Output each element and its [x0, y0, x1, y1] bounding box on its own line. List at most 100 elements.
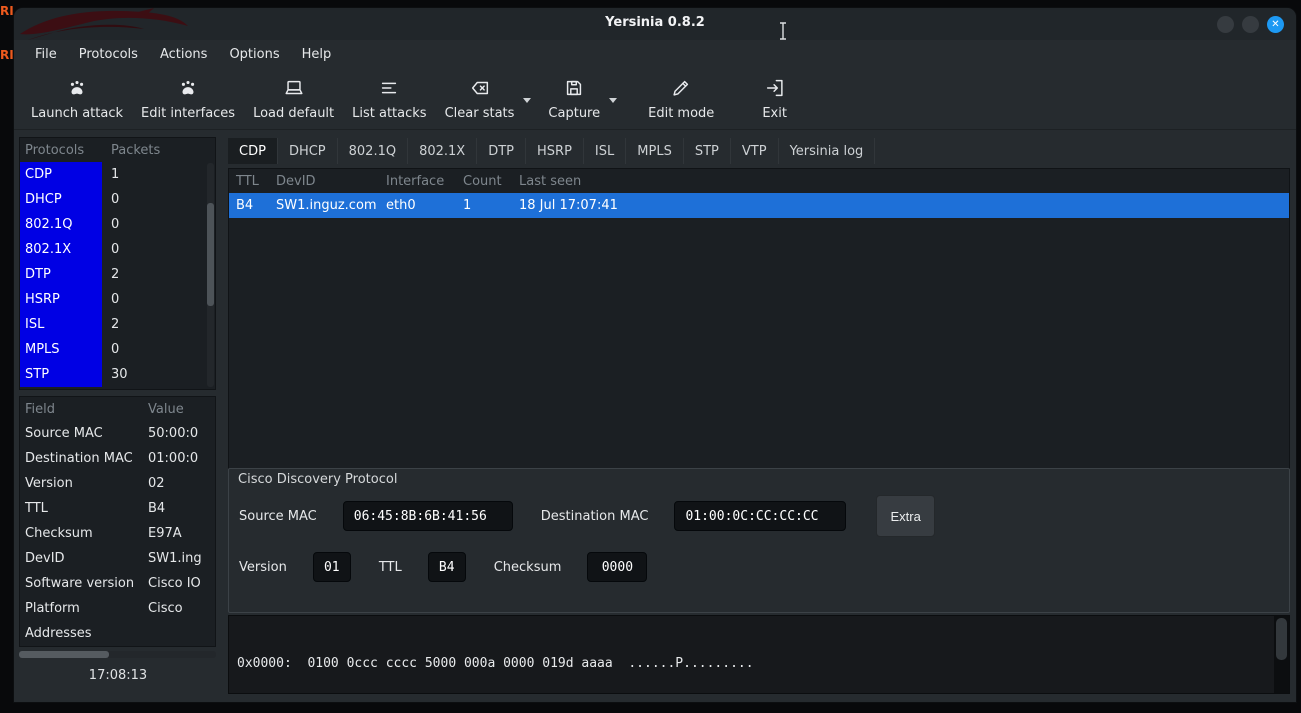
chevron-down-icon[interactable]	[523, 98, 531, 107]
column-header-count: Count	[463, 174, 519, 189]
field-row-ttl[interactable]: TTL B4	[20, 496, 215, 521]
version-field[interactable]	[313, 552, 351, 582]
tab-isl[interactable]: ISL	[584, 138, 626, 164]
protocols-scrollbar[interactable]	[207, 163, 214, 387]
hexdump-scrollbar[interactable]	[1274, 616, 1289, 693]
field-value: 01:00:0	[148, 451, 215, 466]
field-row-devid[interactable]: DevID SW1.ing	[20, 546, 215, 571]
tab-hsrp[interactable]: HSRP	[526, 138, 584, 164]
fields-scrollbar-thumb[interactable]	[19, 651, 109, 658]
protocol-row-isl[interactable]: ISL 2	[20, 312, 215, 337]
clear-stats-button[interactable]: Clear stats	[436, 72, 524, 126]
minimize-button[interactable]	[1217, 16, 1234, 33]
status-time: 17:08:13	[14, 668, 222, 683]
checksum-label: Checksum	[494, 560, 562, 575]
menu-file[interactable]: File	[24, 43, 68, 66]
tab-cdp[interactable]: CDP	[228, 138, 278, 164]
packet-count: 2	[102, 317, 215, 332]
source-mac-label: Source MAC	[239, 509, 317, 524]
load-default-button[interactable]: Load default	[244, 72, 343, 126]
table-row[interactable]: B4 SW1.inguz.com eth0 1 18 Jul 17:07:41	[229, 193, 1289, 218]
field-row-source-mac[interactable]: Source MAC 50:00:0	[20, 421, 215, 446]
packet-count: 2	[102, 267, 215, 282]
field-row-addresses[interactable]: Addresses	[20, 621, 215, 646]
exit-button[interactable]: Exit	[753, 72, 796, 126]
field-name: Source MAC	[20, 426, 148, 441]
protocol-name: 802.1X	[20, 237, 102, 262]
laptop-icon	[283, 77, 305, 103]
protocol-tabs: CDP DHCP 802.1Q 802.1X DTP HSRP ISL MPLS…	[228, 138, 875, 164]
protocol-row-dtp[interactable]: DTP 2	[20, 262, 215, 287]
field-value: E97A	[148, 526, 215, 541]
tab-dtp[interactable]: DTP	[477, 138, 526, 164]
paw-icon	[177, 77, 199, 103]
protocol-name: MPLS	[20, 337, 102, 362]
edit-mode-button[interactable]: Edit mode	[639, 72, 723, 126]
protocol-row-stp[interactable]: STP 30	[20, 362, 215, 387]
tab-stp[interactable]: STP	[684, 138, 731, 164]
protocol-row-cdp[interactable]: CDP 1	[20, 162, 215, 187]
chevron-down-icon[interactable]	[609, 98, 617, 107]
destination-mac-field[interactable]	[674, 501, 846, 531]
field-row-version[interactable]: Version 02	[20, 471, 215, 496]
protocol-row-hsrp[interactable]: HSRP 0	[20, 287, 215, 312]
field-name: Checksum	[20, 526, 148, 541]
toolbar-button-label: Clear stats	[445, 106, 515, 121]
packet-table: TTL DevID Interface Count Last seen B4 S…	[228, 168, 1290, 469]
ttl-field[interactable]	[428, 552, 466, 582]
cell-interface: eth0	[386, 198, 463, 213]
floppy-icon	[563, 77, 585, 103]
field-name: DevID	[20, 551, 148, 566]
tab-vtp[interactable]: VTP	[731, 138, 779, 164]
titlebar[interactable]: Yersinia 0.8.2 ✕	[14, 8, 1296, 40]
fields-table-header: Field Value	[20, 397, 215, 421]
tab-yersinia-log[interactable]: Yersinia log	[779, 138, 876, 164]
destination-mac-label: Destination MAC	[541, 509, 649, 524]
toolbar-button-label: Exit	[762, 106, 787, 121]
edit-interfaces-button[interactable]: Edit interfaces	[132, 72, 244, 126]
column-header-packets: Packets	[102, 143, 215, 158]
list-attacks-button[interactable]: List attacks	[343, 72, 435, 126]
checksum-field[interactable]	[587, 552, 647, 582]
desktop-text-fragment: RI	[0, 4, 14, 18]
toolbar-button-label: Edit mode	[648, 106, 714, 121]
window-title: Yersinia 0.8.2	[14, 15, 1296, 30]
menu-options[interactable]: Options	[218, 43, 290, 66]
protocol-row-8021x[interactable]: 802.1X 0	[20, 237, 215, 262]
toolbar: Launch attack Edit interfaces Load defau…	[14, 68, 1296, 130]
yersinia-window: Yersinia 0.8.2 ✕ File Protocols Actions …	[14, 8, 1296, 702]
launch-attack-button[interactable]: Launch attack	[22, 72, 132, 126]
source-mac-field[interactable]	[343, 501, 513, 531]
hexdump-line: 0x0000: 0100 0ccc cccc 5000 000a 0000 01…	[237, 655, 1289, 672]
fields-table: Field Value Source MAC 50:00:0 Destinati…	[19, 396, 216, 647]
maximize-button[interactable]	[1242, 16, 1259, 33]
tab-mpls[interactable]: MPLS	[626, 138, 684, 164]
toolbar-button-label: Load default	[253, 106, 334, 121]
exit-icon	[764, 77, 786, 103]
tab-dhcp[interactable]: DHCP	[278, 138, 338, 164]
protocol-row-8021q[interactable]: 802.1Q 0	[20, 212, 215, 237]
tab-8021x[interactable]: 802.1X	[408, 138, 477, 164]
protocol-name: HSRP	[20, 287, 102, 312]
capture-button[interactable]: Capture	[539, 72, 609, 126]
hexdump-scrollbar-thumb[interactable]	[1276, 618, 1287, 660]
hexdump-panel: 0x0000: 0100 0ccc cccc 5000 000a 0000 01…	[228, 615, 1290, 694]
tab-8021q[interactable]: 802.1Q	[338, 138, 408, 164]
close-button[interactable]: ✕	[1267, 16, 1284, 33]
protocols-scrollbar-thumb[interactable]	[207, 203, 214, 306]
menu-protocols[interactable]: Protocols	[68, 43, 149, 66]
fields-horizontal-scrollbar[interactable]	[19, 651, 216, 658]
column-header-interface: Interface	[386, 174, 463, 189]
protocols-table: Protocols Packets CDP 1 DHCP 0 802.1Q 0 …	[19, 137, 216, 390]
field-row-checksum[interactable]: Checksum E97A	[20, 521, 215, 546]
protocol-row-dhcp[interactable]: DHCP 0	[20, 187, 215, 212]
packet-count: 0	[102, 242, 215, 257]
menu-help[interactable]: Help	[291, 43, 343, 66]
extra-button[interactable]: Extra	[876, 495, 934, 537]
packet-count: 1	[102, 167, 215, 182]
field-row-software-version[interactable]: Software version Cisco IO	[20, 571, 215, 596]
field-row-platform[interactable]: Platform Cisco	[20, 596, 215, 621]
protocol-row-mpls[interactable]: MPLS 0	[20, 337, 215, 362]
field-row-destination-mac[interactable]: Destination MAC 01:00:0	[20, 446, 215, 471]
menu-actions[interactable]: Actions	[149, 43, 219, 66]
